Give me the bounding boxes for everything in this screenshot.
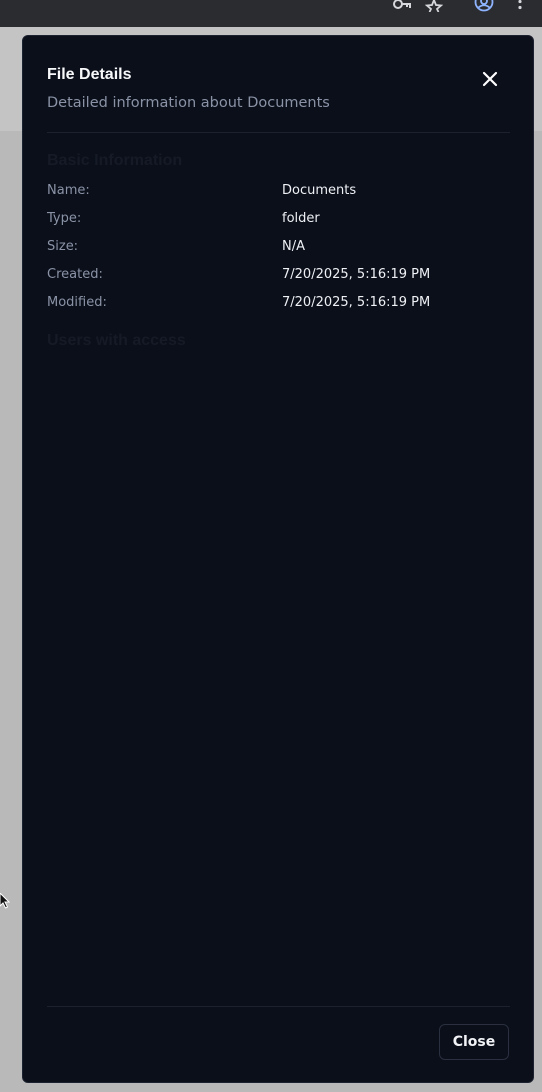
basic-information-heading: Basic Information bbox=[47, 152, 183, 169]
info-row-modified: Modified: 7/20/2025, 5:16:19 PM bbox=[47, 295, 507, 315]
header-divider bbox=[47, 132, 510, 133]
info-row-created: Created: 7/20/2025, 5:16:19 PM bbox=[47, 267, 507, 287]
info-row-name: Name: Documents bbox=[47, 183, 507, 203]
info-row-type: Type: folder bbox=[47, 211, 507, 231]
info-label: Modified: bbox=[47, 295, 107, 310]
dialog-subtitle: Detailed information about Documents bbox=[47, 95, 330, 111]
info-row-size: Size: N/A bbox=[47, 239, 507, 259]
key-icon[interactable] bbox=[392, 0, 412, 13]
star-icon[interactable] bbox=[424, 0, 444, 13]
info-value: 7/20/2025, 5:16:19 PM bbox=[282, 295, 431, 310]
close-icon[interactable] bbox=[478, 67, 502, 91]
browser-toolbar bbox=[0, 0, 542, 27]
dialog-title: File Details bbox=[47, 66, 132, 83]
info-label: Name: bbox=[47, 183, 90, 198]
info-value: Documents bbox=[282, 183, 357, 198]
file-details-dialog: File Details Detailed information about … bbox=[22, 35, 534, 1083]
profile-icon[interactable] bbox=[474, 0, 494, 13]
footer-divider bbox=[47, 1006, 510, 1007]
info-label: Size: bbox=[47, 239, 79, 254]
info-label: Created: bbox=[47, 267, 103, 282]
info-value: N/A bbox=[282, 239, 305, 254]
users-with-access-heading: Users with access bbox=[47, 332, 186, 349]
close-button[interactable]: Close bbox=[439, 1024, 509, 1060]
mouse-cursor-icon bbox=[0, 892, 11, 909]
info-value: 7/20/2025, 5:16:19 PM bbox=[282, 267, 431, 282]
info-value: folder bbox=[282, 211, 320, 226]
more-vert-icon[interactable] bbox=[512, 0, 528, 13]
info-label: Type: bbox=[47, 211, 82, 226]
